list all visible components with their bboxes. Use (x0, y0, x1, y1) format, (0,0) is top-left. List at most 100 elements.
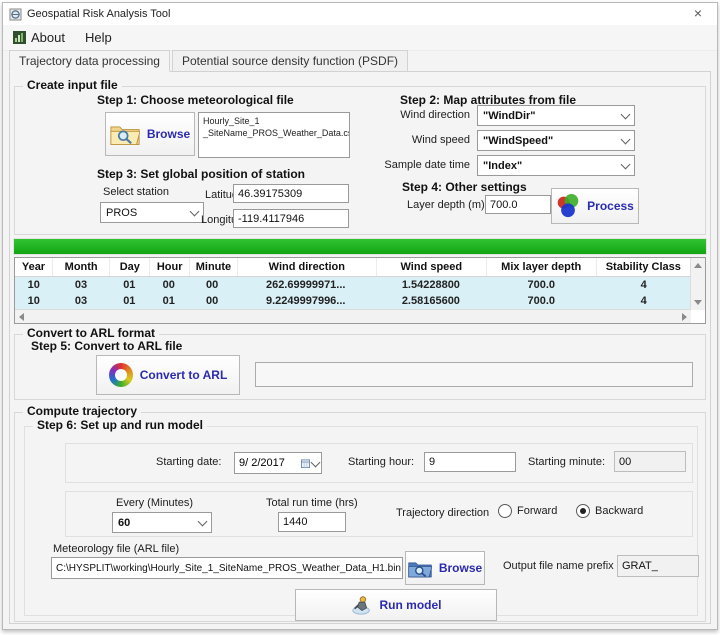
starting-date-label: Starting date: (156, 456, 221, 468)
station-select[interactable]: PROS (100, 202, 204, 223)
backward-radio[interactable]: Backward (576, 504, 643, 518)
menu-help[interactable]: Help (75, 28, 122, 47)
app-icon (9, 8, 22, 21)
about-icon (13, 31, 26, 44)
cell: 4 (596, 293, 691, 309)
chevron-down-icon (311, 457, 321, 467)
wind-direction-select[interactable]: "WindDir" (477, 105, 635, 126)
convert-arl-group: Convert to ARL format Step 5: Convert to… (14, 334, 706, 400)
grid-col-mix-layer-depth: Mix layer depth (487, 258, 597, 276)
start-settings-panel: Starting date: 9/ 2/2017 Starting hour: … (65, 443, 693, 483)
menu-about[interactable]: About (3, 28, 75, 47)
wind-direction-value: "WindDir" (483, 110, 536, 122)
layer-depth-label: Layer depth (m) (407, 199, 485, 211)
met-file-field[interactable]: C:\HYSPLIT\working\Hourly_Site_1_SiteNam… (51, 557, 403, 579)
latitude-field[interactable]: 46.39175309 (233, 184, 349, 203)
create-input-group-title: Create input file (23, 78, 122, 92)
tab-psdf[interactable]: Potential source density function (PSDF) (172, 50, 408, 72)
meteo-file-textbox[interactable]: Hourly_Site_1 _SiteName_PROS_Weather_Dat… (198, 112, 350, 158)
browse-folder-icon (408, 559, 432, 578)
horizontal-scrollbar[interactable] (15, 309, 691, 323)
menu-help-label: Help (85, 30, 112, 45)
progress-bar-green (13, 238, 707, 255)
step5-title: Step 5: Convert to ARL file (31, 339, 182, 353)
calendar-icon (301, 459, 310, 468)
cell: 2.58165600 (376, 293, 486, 309)
cell: 1.54228800 (376, 277, 486, 293)
app-window: Geospatial Risk Analysis Tool × About He… (2, 2, 718, 630)
title-bar: Geospatial Risk Analysis Tool × (3, 3, 717, 26)
convert-to-arl-button[interactable]: Convert to ARL (96, 355, 240, 395)
window-title: Geospatial Risk Analysis Tool (27, 8, 170, 20)
data-grid[interactable]: Year Month Day Hour Minute Wind directio… (14, 257, 706, 324)
wind-speed-value: "WindSpeed" (483, 135, 553, 147)
close-icon[interactable]: × (689, 5, 707, 21)
starting-minute-field: 00 (614, 451, 686, 472)
convert-to-arl-label: Convert to ARL (140, 368, 228, 382)
cell: 00 (188, 293, 235, 309)
wind-direction-label: Wind direction (345, 109, 470, 121)
sample-date-time-value: "Index" (483, 160, 522, 172)
scroll-left-icon[interactable] (19, 313, 24, 321)
sample-date-time-select[interactable]: "Index" (477, 155, 635, 176)
wind-speed-select[interactable]: "WindSpeed" (477, 130, 635, 151)
starting-hour-field[interactable]: 9 (424, 452, 516, 472)
browse-arl-label: Browse (439, 561, 482, 575)
cell: 01 (149, 293, 188, 309)
chevron-down-icon (621, 134, 631, 144)
compute-trajectory-group: Compute trajectory Step 6: Set up and ru… (14, 412, 706, 622)
create-input-group: Create input file Step 1: Choose meteoro… (14, 86, 706, 235)
step6-title: Step 6: Set up and run model (33, 418, 207, 432)
run-model-button[interactable]: Run model (295, 589, 497, 621)
cell: 00 (188, 277, 235, 293)
tab-page: Create input file Step 1: Choose meteoro… (9, 71, 711, 624)
every-minutes-select[interactable]: 60 (112, 512, 212, 533)
forward-radio[interactable]: Forward (498, 504, 557, 518)
scroll-right-icon[interactable] (682, 313, 687, 321)
cell: 03 (52, 277, 109, 293)
starting-date-value: 9/ 2/2017 (239, 457, 285, 469)
scroll-down-icon[interactable] (694, 300, 702, 305)
forward-label: Forward (517, 505, 557, 517)
chevron-down-icon (621, 159, 631, 169)
table-row[interactable]: 10 03 01 01 00 9.2249997996... 2.5816560… (15, 293, 691, 309)
tab-trajectory-data-processing[interactable]: Trajectory data processing (9, 50, 170, 72)
grid-col-month: Month (53, 258, 110, 276)
met-file-label: Meteorology file (ARL file) (53, 543, 179, 555)
process-label: Process (587, 199, 634, 213)
process-button[interactable]: Process (551, 188, 639, 224)
total-run-time-label: Total run time (hrs) (266, 497, 358, 509)
convert-icon (109, 363, 133, 387)
cell: 262.69999971... (236, 277, 376, 293)
every-minutes-label: Every (Minutes) (116, 497, 193, 509)
trajectory-direction-label: Trajectory direction (396, 507, 489, 519)
cell: 10 (15, 277, 52, 293)
cell: 4 (596, 277, 691, 293)
radio-icon (576, 504, 590, 518)
grid-col-minute: Minute (190, 258, 238, 276)
browse-meteo-label: Browse (147, 127, 190, 141)
run-model-icon (351, 594, 373, 616)
chevron-down-icon (198, 516, 208, 526)
total-run-time-field[interactable]: 1440 (278, 512, 346, 532)
cell: 01 (110, 293, 149, 309)
starting-date-picker[interactable]: 9/ 2/2017 (234, 452, 322, 474)
table-row[interactable]: 10 03 01 00 00 262.69999971... 1.5422880… (15, 277, 691, 293)
grid-header-row: Year Month Day Hour Minute Wind directio… (15, 258, 691, 277)
cell: 700.0 (486, 277, 596, 293)
scroll-up-icon[interactable] (694, 263, 702, 268)
cell: 10 (15, 293, 52, 309)
convert-arl-group-title: Convert to ARL format (23, 326, 159, 340)
layer-depth-field[interactable]: 700.0 (485, 195, 551, 214)
output-prefix-field[interactable]: GRAT_ (617, 555, 699, 577)
grid-col-year: Year (15, 258, 53, 276)
longitude-field[interactable]: -119.4117946 (233, 209, 349, 228)
vertical-scrollbar[interactable] (690, 258, 705, 310)
run-model-label: Run model (380, 598, 442, 612)
cell: 01 (110, 277, 149, 293)
grid-col-hour: Hour (150, 258, 190, 276)
step6-group: Step 6: Set up and run model Starting da… (24, 426, 698, 616)
browse-arl-button[interactable]: Browse (405, 551, 485, 585)
every-minutes-value: 60 (118, 517, 130, 529)
browse-meteo-button[interactable]: Browse (105, 112, 195, 156)
